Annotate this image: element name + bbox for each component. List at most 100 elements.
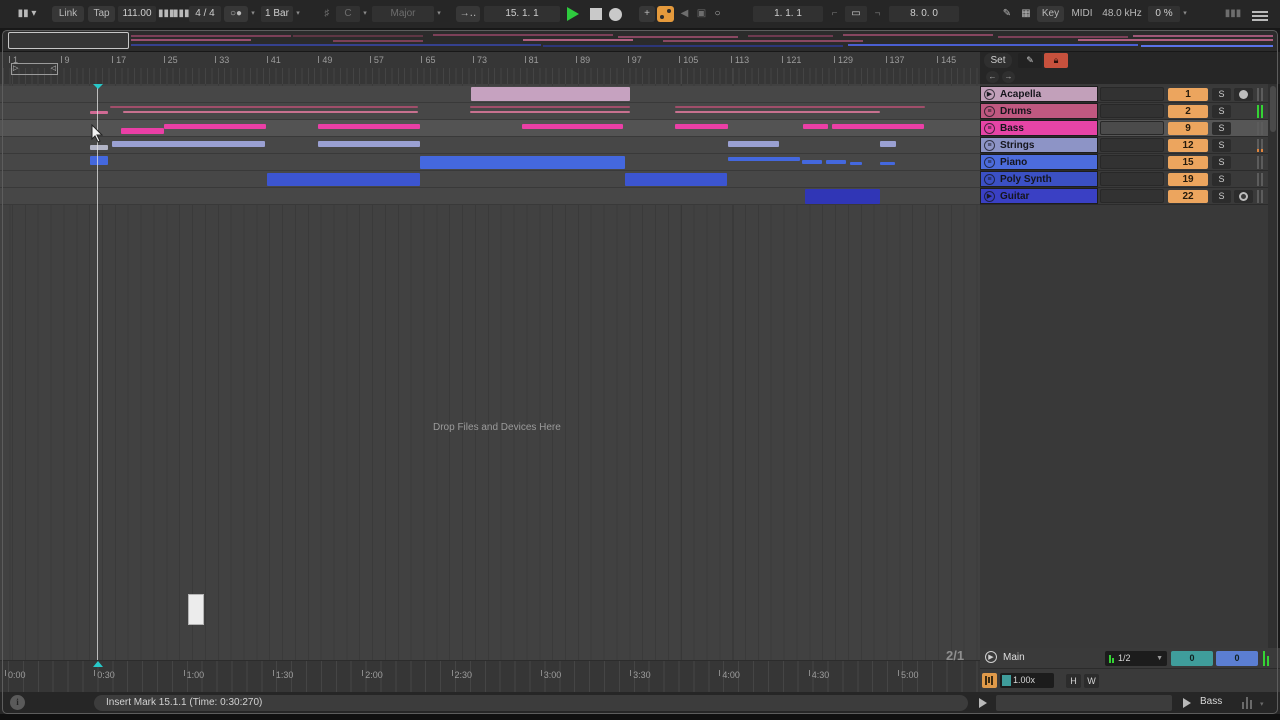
playhead-marker-bottom-icon[interactable] (93, 661, 103, 667)
track-play-icon[interactable] (1183, 698, 1191, 708)
solo-button[interactable]: S (1212, 190, 1231, 203)
back-arrow-button[interactable]: ← (986, 71, 999, 83)
loop-length-value[interactable]: 8. 0. 0 (889, 6, 959, 22)
scrollbar-handle[interactable] (1270, 86, 1276, 132)
key-map-button[interactable]: Key (1037, 6, 1064, 22)
clip[interactable] (90, 111, 108, 114)
time-ruler[interactable]: 0:000:301:001:302:002:303:003:304:004:30… (0, 660, 980, 692)
track-header-acapella[interactable]: ▶Acapella1S (980, 86, 1268, 103)
track-number-box[interactable]: 9 (1168, 122, 1208, 135)
track-menu-icon[interactable]: ≡ (984, 174, 995, 185)
metronome-caret-icon[interactable]: ▾ (249, 6, 257, 22)
link-button[interactable]: Link (52, 6, 84, 22)
cpu-caret-icon[interactable]: ▾ (1181, 6, 1189, 22)
clip[interactable] (850, 162, 862, 165)
quantize-menu[interactable]: 1 Bar (261, 6, 293, 22)
arrangement-overview[interactable] (3, 31, 1277, 51)
solo-button[interactable]: S (1212, 156, 1231, 169)
follow-button[interactable]: →‥ (456, 6, 480, 22)
clip[interactable] (420, 156, 625, 169)
track-play-icon[interactable]: ▶ (984, 191, 995, 202)
overdub-button[interactable]: + (639, 6, 655, 22)
play-button[interactable] (567, 7, 579, 21)
clip[interactable] (112, 141, 265, 147)
clip[interactable] (805, 189, 880, 204)
record-button[interactable] (609, 8, 622, 21)
track-menu-icon[interactable]: ≡ (984, 123, 995, 134)
clip[interactable] (803, 124, 828, 129)
clip[interactable] (471, 87, 630, 101)
groove-play-icon[interactable] (979, 698, 987, 708)
h-button[interactable]: H (1066, 674, 1081, 688)
root-caret-icon[interactable]: ▾ (361, 6, 369, 22)
status-right-field[interactable] (996, 695, 1172, 711)
clip[interactable] (880, 141, 896, 147)
tap-button[interactable]: Tap (88, 6, 115, 22)
track-menu-icon[interactable]: ≡ (984, 106, 995, 117)
arrangement-position-value[interactable]: 15. 1. 1 (484, 6, 560, 22)
track-header-bass[interactable]: ≡Bass9S (980, 120, 1268, 137)
track-slot[interactable] (1100, 121, 1164, 135)
track-slot[interactable] (1100, 172, 1164, 186)
vertical-scrollbar[interactable] (1268, 84, 1278, 648)
clip[interactable] (832, 124, 924, 129)
main-track-row[interactable]: ▶ Main 1/2 ▼ 0 0 (980, 648, 1280, 669)
punch-out-icon[interactable]: ¬ (870, 6, 885, 22)
clip[interactable] (470, 106, 630, 108)
metronome-button[interactable]: ○● (224, 6, 248, 22)
pencil-button[interactable]: ✎ (1018, 53, 1042, 68)
track-header-poly-synth[interactable]: ≡Poly Synth19S (980, 171, 1268, 188)
clip[interactable] (675, 111, 880, 113)
lock-envelopes-button[interactable]: 🔒︎ (1044, 53, 1068, 68)
arrangement-track-lane[interactable] (0, 171, 980, 188)
clip[interactable] (318, 124, 420, 129)
clip[interactable] (123, 111, 418, 113)
clip[interactable] (728, 157, 800, 161)
time-signature-value[interactable]: 4 / 4 (189, 6, 221, 22)
track-slot[interactable] (1100, 87, 1164, 101)
track-slot[interactable] (1100, 155, 1164, 169)
stop-button[interactable] (590, 8, 602, 20)
punch-in-icon[interactable]: ⌐ (827, 6, 842, 22)
loop-start-handle-icon[interactable]: ▷ (13, 64, 18, 74)
track-slot[interactable] (1100, 189, 1164, 203)
solo-button[interactable]: S (1212, 105, 1231, 118)
main-right-value[interactable]: 0 (1216, 651, 1258, 666)
computer-midi-keyboard-icon[interactable]: ▦ (1018, 6, 1034, 22)
track-name-cell[interactable]: ≡Poly Synth (980, 171, 1098, 187)
track-number-box[interactable]: 2 (1168, 105, 1208, 118)
track-menu-icon[interactable]: ≡ (984, 140, 995, 151)
loop-end-handle-icon[interactable]: ◁ (51, 64, 56, 74)
clip[interactable] (470, 111, 630, 113)
overview-viewport-box[interactable] (8, 32, 129, 49)
track-number-box[interactable]: 19 (1168, 173, 1208, 186)
track-name-cell[interactable]: ≡Strings (980, 137, 1098, 153)
track-name-cell[interactable]: ≡Piano (980, 154, 1098, 170)
loop-start-value[interactable]: 1. 1. 1 (753, 6, 823, 22)
automation-arm-button[interactable] (657, 6, 674, 22)
clip[interactable] (625, 173, 727, 186)
clip[interactable] (318, 141, 420, 147)
scale-name-value[interactable]: Major (372, 6, 434, 22)
capture-midi-icon[interactable]: ▣ (694, 6, 709, 22)
arrangement-loop-brace[interactable]: ▷◁ (11, 63, 58, 75)
loop-button[interactable]: ▭ (845, 6, 867, 22)
w-button[interactable]: W (1084, 674, 1099, 688)
set-marker-button[interactable]: Set (984, 53, 1012, 68)
clip[interactable] (880, 162, 895, 165)
track-number-box[interactable]: 12 (1168, 139, 1208, 152)
clip[interactable] (90, 145, 108, 150)
track-header-drums[interactable]: ≡Drums2S (980, 103, 1268, 120)
clip[interactable] (110, 106, 418, 108)
nudge-up-icon[interactable]: ▮▮▮ (173, 6, 187, 22)
track-header-piano[interactable]: ≡Piano 15 S (980, 154, 1268, 171)
forward-arrow-button[interactable]: → (1002, 71, 1015, 83)
clip[interactable] (675, 106, 925, 108)
track-number-box[interactable]: 1 (1168, 88, 1208, 101)
clip[interactable] (522, 124, 623, 129)
clip[interactable] (267, 173, 420, 186)
track-header-strings[interactable]: ≡Strings12S (980, 137, 1268, 154)
track-number-box[interactable]: 15 (1168, 156, 1208, 169)
root-note-value[interactable]: C (336, 6, 360, 22)
solo-button[interactable]: S (1212, 122, 1231, 135)
